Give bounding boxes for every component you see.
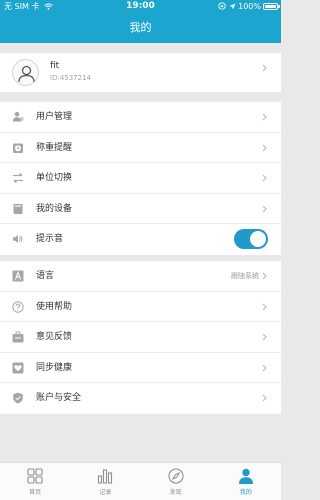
person-icon xyxy=(238,468,253,484)
menu-item-language[interactable]: 语言 跟随系统 xyxy=(0,261,281,292)
tab-bar: 首页 记录 发现 我的 xyxy=(0,462,281,500)
menu-item-label: 我的设备 xyxy=(36,203,73,214)
tab-home[interactable]: 首页 xyxy=(0,463,70,500)
menu-item-label: 同步健康 xyxy=(36,362,73,373)
tab-discover[interactable]: 发现 xyxy=(141,463,211,500)
device-icon xyxy=(13,203,23,214)
sound-toggle[interactable] xyxy=(234,229,268,250)
swap-arrows-icon xyxy=(13,172,23,184)
default-avatar-icon xyxy=(18,65,35,83)
battery-percent: 100% xyxy=(238,2,261,11)
compass-icon xyxy=(168,468,184,484)
profile-id: ID:4537214 xyxy=(50,74,91,82)
language-icon xyxy=(12,270,24,282)
menu-item-label: 提示音 xyxy=(36,234,64,245)
menu-item-label: 账户与安全 xyxy=(36,393,82,404)
speaker-icon xyxy=(13,235,23,244)
feedback-icon xyxy=(12,331,24,343)
tab-records[interactable]: 记录 xyxy=(70,463,140,500)
settings-group-primary: 用户管理 称重提醒 单位切换 我的设备 提示音 xyxy=(0,102,281,255)
profile-row[interactable]: fit ID:4537214 xyxy=(0,53,281,92)
health-sync-icon xyxy=(12,362,24,374)
home-grid-icon xyxy=(27,468,43,484)
menu-item-weigh-reminder[interactable]: 称重提醒 xyxy=(0,133,281,164)
tab-me[interactable]: 我的 xyxy=(211,463,281,500)
chevron-right-icon xyxy=(262,333,267,341)
menu-item-label: 语言 xyxy=(36,271,55,281)
chevron-right-icon xyxy=(262,303,267,310)
battery-icon xyxy=(263,3,278,10)
battery-level-fill xyxy=(265,5,276,8)
menu-item-label: 单位切换 xyxy=(36,173,73,184)
chevron-right-icon xyxy=(262,64,267,72)
menu-item-sound: 提示音 xyxy=(0,224,281,255)
menu-item-user-management[interactable]: 用户管理 xyxy=(0,102,281,133)
chevron-right-icon xyxy=(262,272,267,280)
alarm-clock-icon xyxy=(13,143,23,153)
nav-bar: 我的 xyxy=(0,13,281,43)
battery-cap xyxy=(278,5,280,8)
menu-item-label: 使用帮助 xyxy=(36,301,73,312)
tab-label: 我的 xyxy=(239,489,252,496)
chevron-right-icon xyxy=(262,174,267,182)
chevron-right-icon xyxy=(262,144,267,151)
user-management-icon xyxy=(12,111,24,122)
bar-chart-icon xyxy=(98,469,113,484)
shield-icon xyxy=(13,392,23,404)
settings-group-secondary: 语言 跟随系统 使用帮助 意见反馈 同步健康 账户与安全 xyxy=(0,261,281,414)
menu-item-account-security[interactable]: 账户与安全 xyxy=(0,383,281,414)
help-icon xyxy=(12,300,24,313)
screen-rotation-lock-icon xyxy=(218,2,226,10)
tab-label: 首页 xyxy=(29,489,42,496)
menu-item-label: 用户管理 xyxy=(36,112,73,122)
chevron-right-icon xyxy=(262,113,267,121)
avatar xyxy=(12,59,39,86)
toggle-knob xyxy=(250,231,266,248)
chevron-right-icon xyxy=(262,205,267,213)
profile-name: fit xyxy=(50,61,60,71)
menu-item-unit-switch[interactable]: 单位切换 xyxy=(0,163,281,194)
tab-label: 记录 xyxy=(99,489,112,496)
chevron-right-icon xyxy=(262,364,267,372)
menu-item-help[interactable]: 使用帮助 xyxy=(0,292,281,323)
status-bar: 无 SIM 卡 19:00 100% xyxy=(0,0,281,13)
page-title: 我的 xyxy=(129,21,152,34)
status-indicators: 100% xyxy=(218,1,261,12)
menu-item-label: 称重提醒 xyxy=(36,142,73,153)
menu-item-label: 意见反馈 xyxy=(36,332,73,343)
location-arrow-icon xyxy=(229,3,236,10)
language-value: 跟随系统 xyxy=(231,272,259,280)
menu-item-my-devices[interactable]: 我的设备 xyxy=(0,194,281,225)
menu-item-sync-health[interactable]: 同步健康 xyxy=(0,353,281,384)
menu-item-feedback[interactable]: 意见反馈 xyxy=(0,322,281,353)
tab-label: 发现 xyxy=(169,489,182,496)
chevron-right-icon xyxy=(262,394,267,402)
